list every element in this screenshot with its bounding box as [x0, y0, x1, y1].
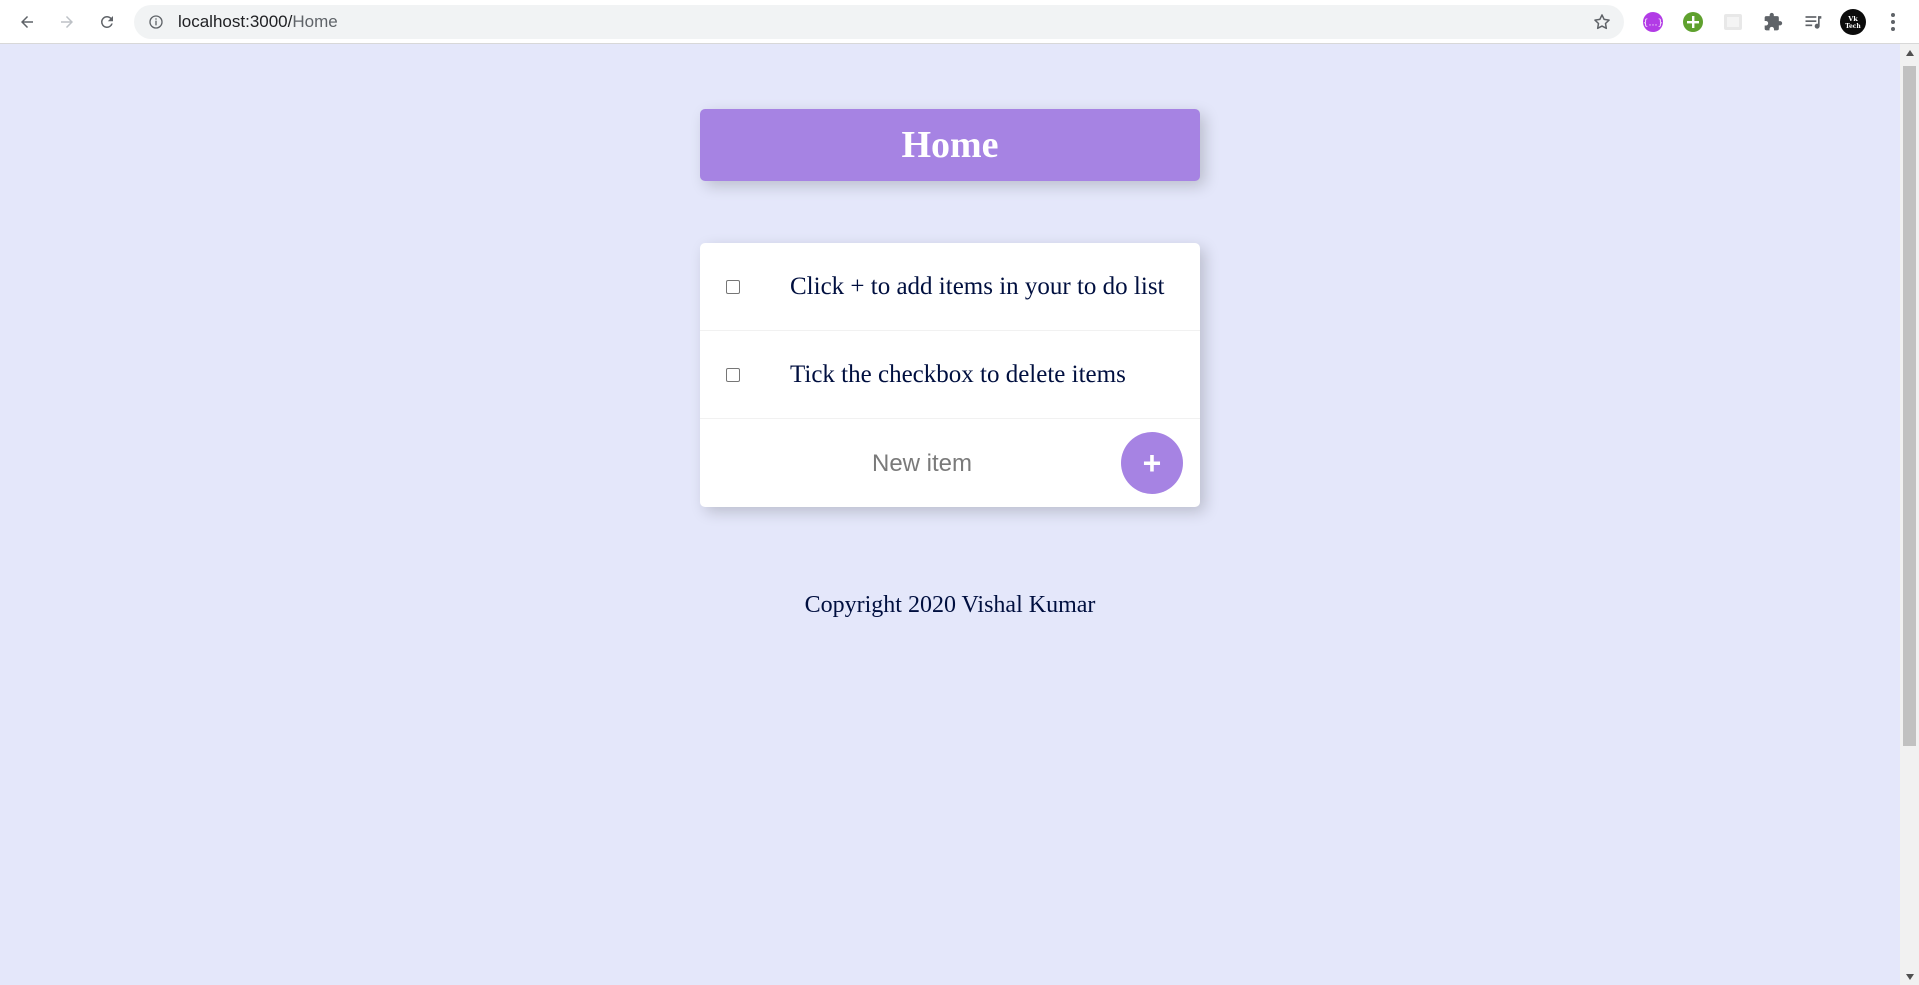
- extension-color-picker-icon[interactable]: {…}: [1640, 9, 1666, 35]
- scroll-up-arrow-icon[interactable]: [1900, 44, 1919, 61]
- todo-item-checkbox[interactable]: [726, 280, 740, 294]
- browser-toolbar: localhost:3000/Home {…} Vk Tech: [0, 0, 1919, 44]
- forward-arrow-icon: [61, 16, 73, 28]
- extension-placeholder-icon[interactable]: [1720, 9, 1746, 35]
- scrollbar-thumb[interactable]: [1903, 66, 1916, 746]
- profile-avatar[interactable]: Vk Tech: [1840, 9, 1866, 35]
- new-item-input[interactable]: [700, 437, 1144, 491]
- svg-text:Vk: Vk: [1847, 15, 1858, 23]
- page-heading-box: Home: [700, 109, 1200, 181]
- star-icon[interactable]: [1592, 12, 1612, 32]
- reload-icon: [100, 15, 113, 28]
- todo-list-card: Click + to add items in your to do list …: [700, 243, 1200, 507]
- todo-item-label: Tick the checkbox to delete items: [790, 361, 1126, 388]
- address-bar[interactable]: localhost:3000/Home: [134, 5, 1624, 39]
- extension-add-icon[interactable]: [1680, 9, 1706, 35]
- svg-text:{…}: {…}: [1643, 19, 1663, 29]
- reading-list-icon[interactable]: [1800, 9, 1826, 35]
- forward-button[interactable]: [53, 8, 81, 36]
- todo-item: Tick the checkbox to delete items: [700, 331, 1200, 419]
- url-text[interactable]: localhost:3000/Home: [178, 5, 338, 39]
- todo-item-label: Click + to add items in your to do list: [790, 273, 1165, 300]
- scroll-down-arrow-icon[interactable]: [1900, 968, 1919, 985]
- kebab-menu-icon[interactable]: [1880, 9, 1906, 35]
- page-title: Home: [901, 124, 999, 166]
- add-item-button[interactable]: +: [1121, 432, 1183, 494]
- url-host: localhost:3000/: [178, 12, 293, 31]
- page-viewport: [0, 44, 1900, 985]
- svg-text:Tech: Tech: [1845, 23, 1861, 30]
- url-path: Home: [292, 12, 338, 31]
- back-arrow-icon: [21, 16, 33, 28]
- todo-item: Click + to add items in your to do list: [700, 243, 1200, 331]
- puzzle-icon[interactable]: [1760, 9, 1786, 35]
- todo-item-checkbox[interactable]: [726, 368, 740, 382]
- info-icon[interactable]: [148, 14, 164, 30]
- new-item-form: +: [700, 419, 1200, 507]
- back-button[interactable]: [13, 8, 41, 36]
- reload-button[interactable]: [93, 8, 121, 36]
- footer-copyright: Copyright 2020 Vishal Kumar: [804, 592, 1096, 618]
- page-scrollbar[interactable]: [1900, 44, 1919, 985]
